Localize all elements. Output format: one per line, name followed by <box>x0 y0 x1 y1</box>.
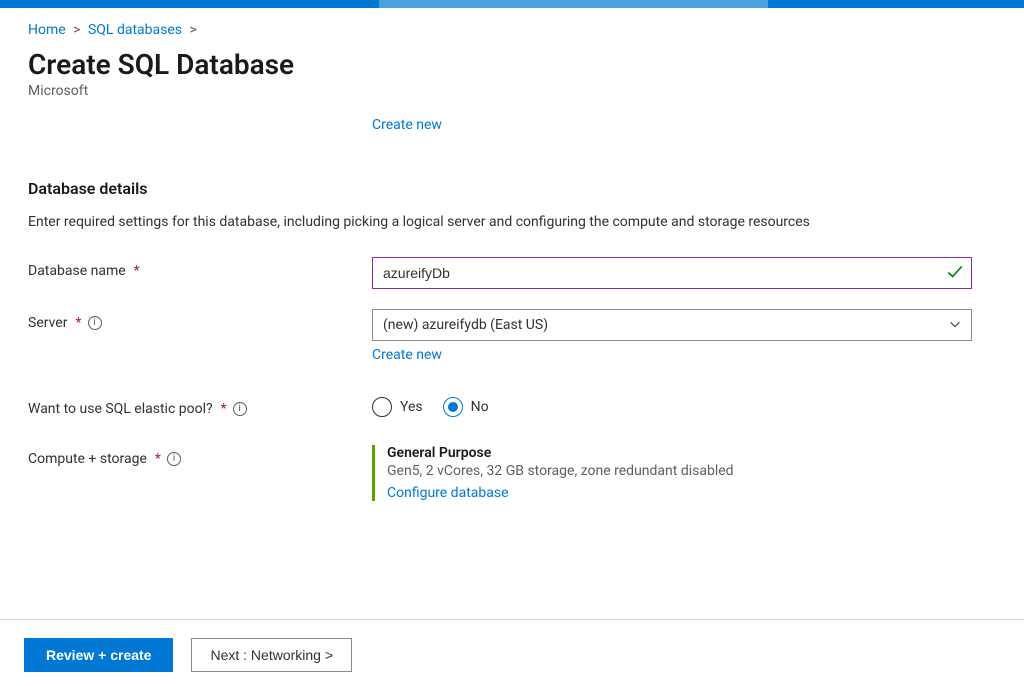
server-label: Server* i <box>28 309 372 331</box>
radio-label-no: No <box>471 399 489 415</box>
top-progress-bar <box>0 0 1024 8</box>
create-new-link-top[interactable]: Create new <box>372 117 442 133</box>
configure-database-link[interactable]: Configure database <box>387 485 509 501</box>
review-create-button[interactable]: Review + create <box>24 638 173 672</box>
required-asterisk: * <box>221 401 227 417</box>
footer-separator <box>0 619 1024 620</box>
info-icon[interactable]: i <box>233 402 247 416</box>
required-asterisk: * <box>134 263 140 279</box>
required-asterisk: * <box>155 451 161 467</box>
info-icon[interactable]: i <box>167 452 181 466</box>
next-networking-button[interactable]: Next : Networking > <box>191 638 352 672</box>
chevron-right-icon: > <box>73 22 80 38</box>
breadcrumb-sql-databases[interactable]: SQL databases <box>88 22 182 38</box>
radio-icon <box>443 397 463 417</box>
chevron-down-icon <box>948 317 962 335</box>
page-subtitle: Microsoft <box>28 83 996 99</box>
radio-icon <box>372 397 392 417</box>
server-select-value: (new) azureifydb (East US) <box>383 317 548 333</box>
server-select[interactable]: (new) azureifydb (East US) <box>372 309 972 341</box>
database-name-label: Database name* <box>28 257 372 279</box>
section-description: Enter required settings for this databas… <box>28 212 988 233</box>
page-title: Create SQL Database <box>28 48 996 81</box>
required-asterisk: * <box>75 315 81 331</box>
compute-storage-label: Compute + storage* i <box>28 445 372 467</box>
breadcrumb: Home > SQL databases > <box>28 22 996 38</box>
radio-label-yes: Yes <box>400 399 423 415</box>
section-title: Database details <box>28 179 996 198</box>
info-icon[interactable]: i <box>88 316 102 330</box>
breadcrumb-home[interactable]: Home <box>28 22 66 38</box>
elastic-pool-radio-no[interactable]: No <box>443 397 489 417</box>
chevron-right-icon: > <box>189 22 196 38</box>
compute-storage-summary: General Purpose Gen5, 2 vCores, 32 GB st… <box>372 445 972 501</box>
checkmark-icon <box>946 263 964 285</box>
footer: Review + create Next : Networking > <box>0 624 1024 686</box>
elastic-pool-radio-yes[interactable]: Yes <box>372 397 423 417</box>
elastic-pool-label: Want to use SQL elastic pool?* i <box>28 395 372 417</box>
compute-tier-desc: Gen5, 2 vCores, 32 GB storage, zone redu… <box>387 463 972 479</box>
database-name-input[interactable] <box>372 257 972 289</box>
create-new-server-link[interactable]: Create new <box>372 347 442 363</box>
compute-tier-title: General Purpose <box>387 445 972 461</box>
